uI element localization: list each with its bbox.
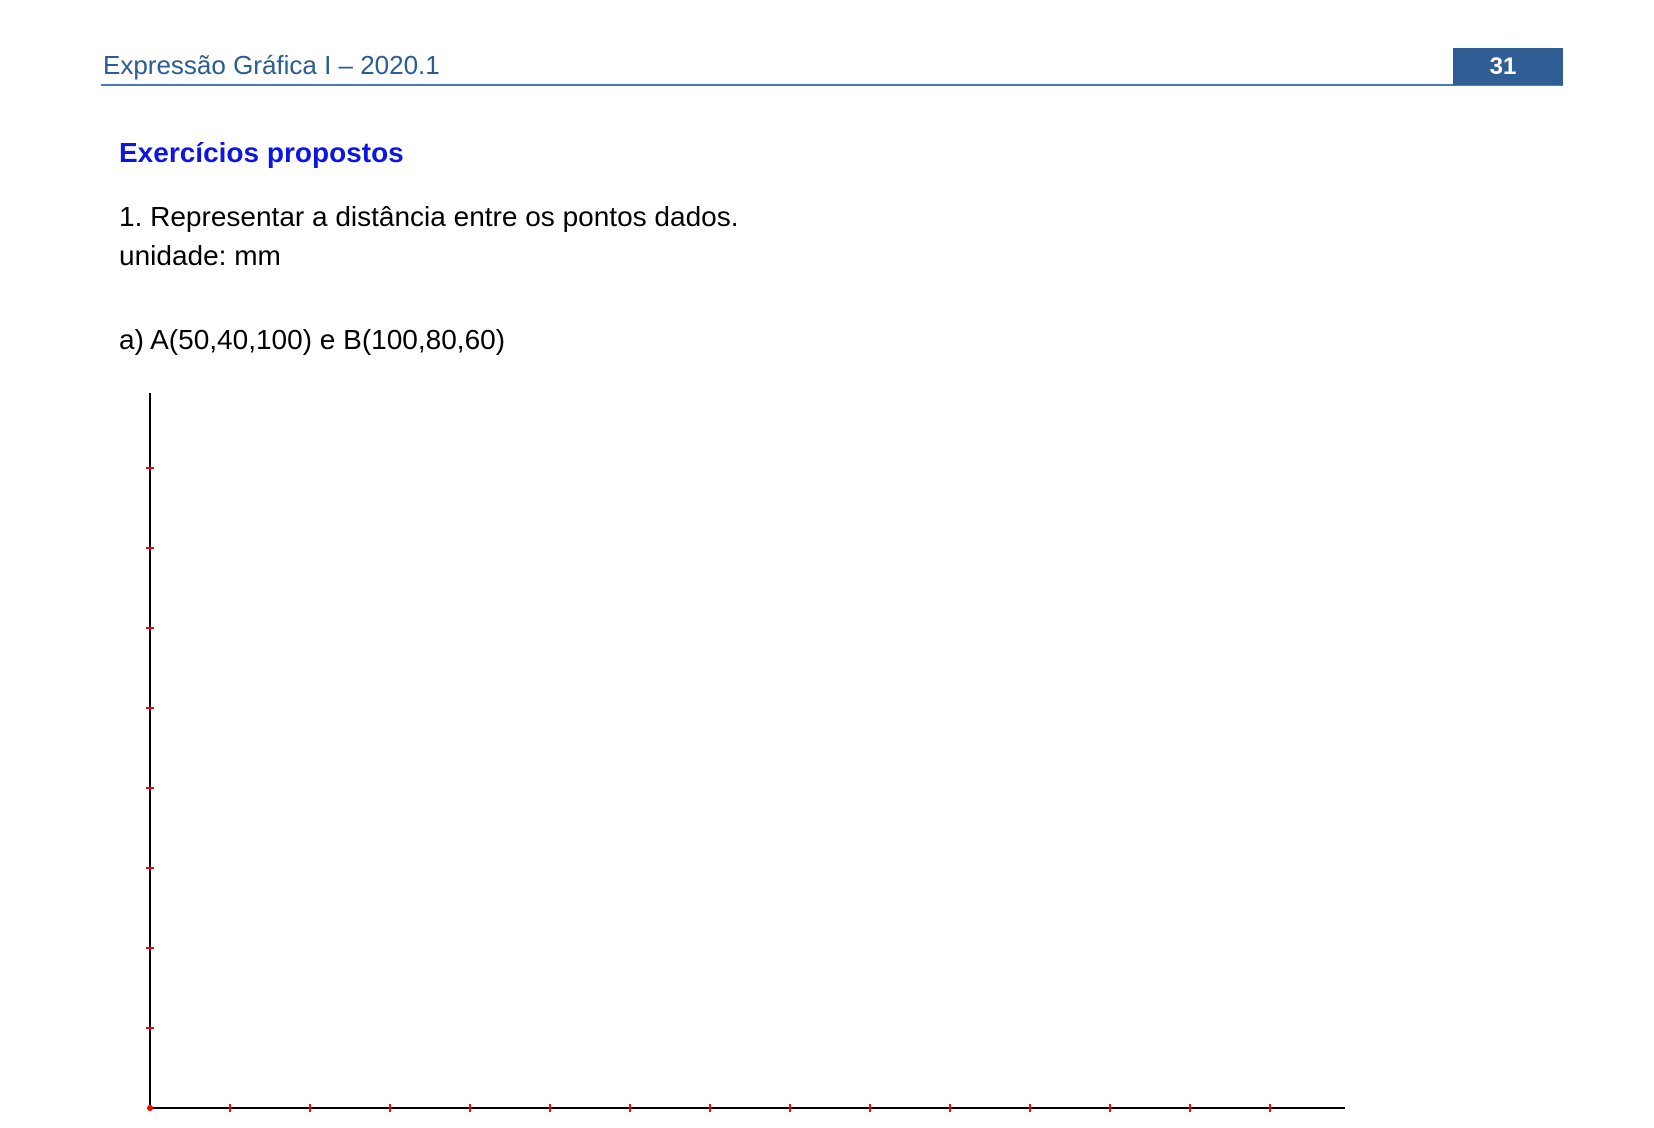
unit-label: unidade: mm (119, 240, 281, 271)
axes-group (147, 393, 1345, 1111)
header-divider (101, 84, 1563, 86)
section-title: Exercícios propostos (119, 137, 404, 168)
page-number-badge: 31 (1453, 48, 1563, 85)
axes-figure (146, 393, 1345, 1112)
exercise-statement: 1. Representar a distância entre os pont… (119, 201, 739, 232)
header-title: Expressão Gráfica I – 2020.1 (103, 50, 440, 80)
origin-point (147, 1105, 153, 1111)
ticks-group (146, 467, 1271, 1112)
exercise-item-a: a) A(50,40,100) e B(100,80,60) (119, 324, 506, 355)
